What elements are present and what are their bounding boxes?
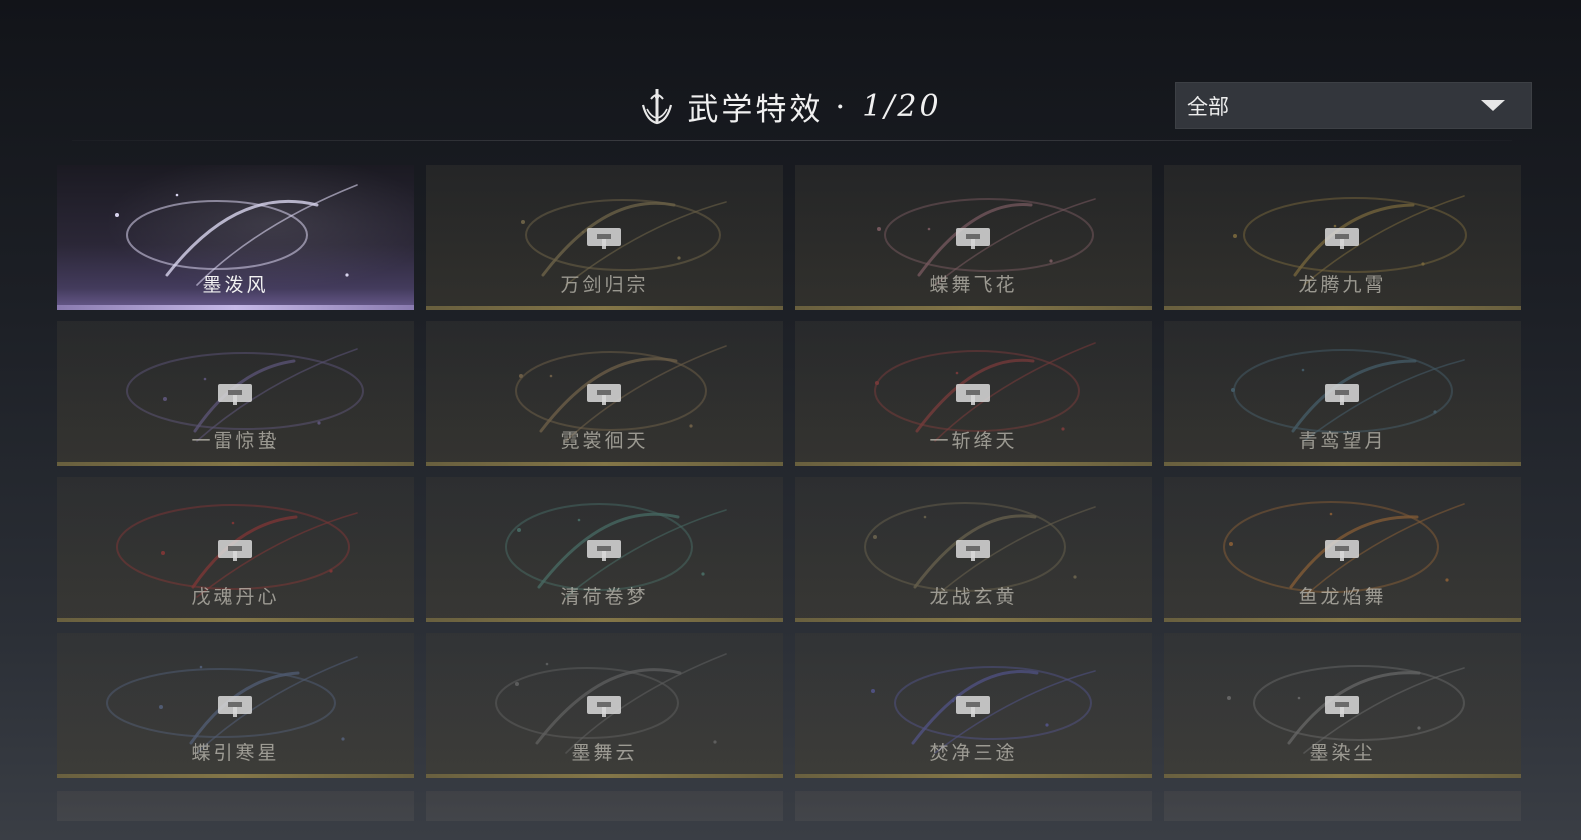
effect-card[interactable]: 焚净三途 [795,633,1152,778]
lock-icon [956,228,990,249]
sword-emblem-icon [642,88,673,124]
effect-card[interactable]: 一斩绛天 [795,321,1152,466]
lock-icon [218,696,252,717]
filter-selected-label: 全部 [1187,94,1229,119]
effect-card[interactable]: 一雷惊蛰 [57,321,414,466]
effects-grid: 墨泼风 万剑归宗 蝶舞飞花 龙腾九霄一雷惊蛰 霓裳徊天 一斩绛天 青鸾望月戊魂丹心 清荷卷梦 龙… [57,165,1521,778]
effects-screen: 武学特效 · 1/20 全部 墨泼风 万剑归宗 蝶舞飞花 龙腾九霄一雷惊蛰 霓裳徊天 一斩… [0,0,1581,840]
effect-card[interactable]: 戊魂丹心 [57,477,414,622]
lock-icon [956,540,990,561]
effect-name: 墨舞云 [571,742,638,764]
effect-name: 戊魂丹心 [191,586,280,608]
effect-card[interactable]: 墨泼风 [57,165,414,310]
title-separator: · [835,88,849,125]
effect-card[interactable]: 清荷卷梦 [426,477,783,622]
effect-card-partial[interactable] [57,791,414,821]
effect-card-partial[interactable] [1164,791,1521,821]
effects-grid-next-row [57,791,1521,821]
header-divider [72,140,1512,141]
lock-icon [1325,696,1359,717]
chevron-down-icon [1481,100,1505,111]
effect-card[interactable]: 蝶舞飞花 [795,165,1152,310]
effect-card[interactable]: 蝶引寒星 [57,633,414,778]
lock-icon [1325,540,1359,561]
lock-icon [1325,228,1359,249]
effect-name: 墨泼风 [202,274,269,296]
effect-card-partial[interactable] [426,791,783,821]
category-filter-dropdown[interactable]: 全部 [1175,82,1532,129]
lock-icon [956,384,990,405]
lock-icon [587,696,621,717]
lock-icon [587,228,621,249]
effect-name: 一雷惊蛰 [191,430,280,452]
effect-name: 焚净三途 [929,742,1018,764]
effect-name: 墨染尘 [1309,742,1376,764]
lock-icon [587,540,621,561]
effect-card[interactable]: 龙战玄黄 [795,477,1152,622]
lock-icon [1325,384,1359,405]
effect-card[interactable]: 龙腾九霄 [1164,165,1521,310]
effect-name: 蝶舞飞花 [929,274,1018,296]
effect-card[interactable]: 墨染尘 [1164,633,1521,778]
effect-name: 蝶引寒星 [191,742,280,764]
effects-count: 1/20 [862,89,942,124]
lock-icon [956,696,990,717]
effect-name: 万剑归宗 [560,274,649,296]
effect-card[interactable]: 墨舞云 [426,633,783,778]
effect-card[interactable]: 霓裳徊天 [426,321,783,466]
lock-icon [218,384,252,405]
effect-name: 霓裳徊天 [560,430,649,452]
effect-name: 一斩绛天 [929,430,1018,452]
lock-icon [587,384,621,405]
effect-card-partial[interactable] [795,791,1152,821]
title-label: 武学特效 [687,92,824,128]
effect-name: 青鸾望月 [1298,430,1387,452]
effect-card[interactable]: 鱼龙焰舞 [1164,477,1521,622]
effect-name: 鱼龙焰舞 [1298,586,1387,608]
effect-card[interactable]: 青鸾望月 [1164,321,1521,466]
effect-name: 龙腾九霄 [1298,274,1387,296]
lock-icon [218,540,252,561]
effect-name: 清荷卷梦 [560,586,649,608]
effect-name: 龙战玄黄 [929,586,1018,608]
effect-card[interactable]: 万剑归宗 [426,165,783,310]
